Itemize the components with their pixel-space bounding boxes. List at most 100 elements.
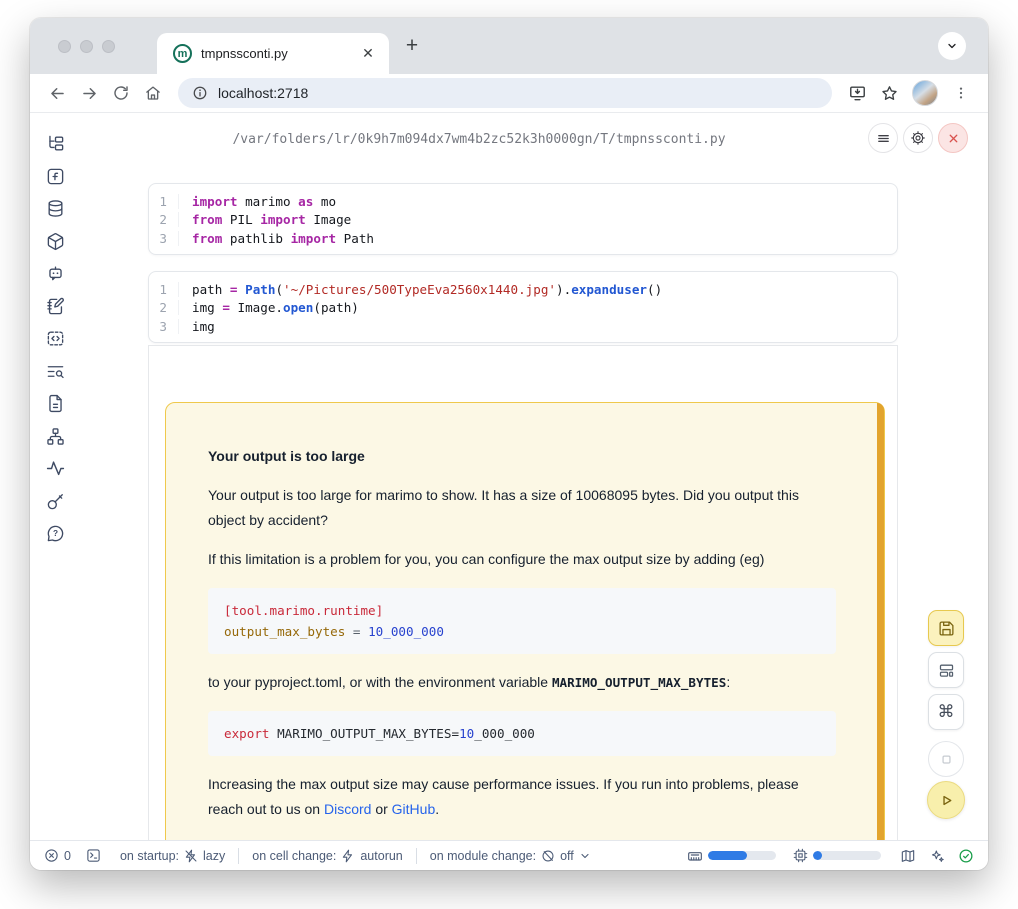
ai-assist-button[interactable] xyxy=(929,848,945,864)
package-box-icon xyxy=(46,232,65,251)
site-info-icon[interactable] xyxy=(192,85,208,101)
sidebar-item-variables[interactable] xyxy=(46,167,65,186)
line-number: 2 xyxy=(149,212,179,227)
forward-button[interactable] xyxy=(74,78,104,108)
chevron-down-icon xyxy=(946,40,958,52)
sidebar-item-snippets[interactable] xyxy=(46,329,65,348)
callout-paragraph-2: If this limitation is a problem for you,… xyxy=(208,547,836,572)
code-cell-1[interactable]: 1import marimo as mo 2from PIL import Im… xyxy=(148,183,898,255)
network-icon xyxy=(46,427,65,446)
code-text: from pathlib import Path xyxy=(179,231,374,246)
zap-icon xyxy=(341,849,355,863)
memory-usage-indicator[interactable] xyxy=(687,848,776,864)
sidebar-item-file-explorer[interactable] xyxy=(46,134,65,153)
browser-menu-button[interactable] xyxy=(946,78,976,108)
layout-toggle-button[interactable] xyxy=(928,652,964,688)
map-icon xyxy=(900,848,916,864)
chevron-down-icon xyxy=(579,850,591,862)
bookmark-button[interactable] xyxy=(874,78,904,108)
shutdown-button[interactable] xyxy=(938,123,968,153)
connection-status[interactable] xyxy=(958,848,974,864)
marimo-favicon-icon: m xyxy=(173,44,192,63)
sidebar-item-dependency-graph[interactable] xyxy=(46,427,65,446)
cpu-usage-indicator[interactable] xyxy=(793,848,881,863)
notebook-settings-button[interactable] xyxy=(903,123,933,153)
install-icon xyxy=(848,84,867,103)
on-cell-change-selector[interactable]: on cell change: autorun xyxy=(252,849,403,863)
memory-progress-bar xyxy=(708,851,776,860)
code-line: 2img = Image.open(path) xyxy=(149,299,897,318)
code-text: from PIL import Image xyxy=(179,212,351,227)
terminal-button[interactable] xyxy=(86,848,101,863)
export-code-block: export MARIMO_OUTPUT_MAX_BYTES=10_000_00… xyxy=(208,711,836,756)
save-button[interactable] xyxy=(928,610,964,646)
sidebar-item-datasources[interactable] xyxy=(46,199,65,218)
sidebar-item-packages[interactable] xyxy=(46,232,65,251)
minimize-window-button[interactable] xyxy=(80,40,93,53)
memory-icon xyxy=(687,848,703,864)
github-link[interactable]: GitHub xyxy=(392,801,436,817)
notebook-menu-button[interactable] xyxy=(868,123,898,153)
close-icon xyxy=(947,132,960,145)
file-tree-icon xyxy=(46,134,65,153)
reload-button[interactable] xyxy=(106,78,136,108)
save-floppy-icon xyxy=(938,620,955,637)
sidebar-item-scratchpad[interactable] xyxy=(46,297,65,316)
sidebar-item-ai-chat[interactable] xyxy=(46,264,65,283)
profile-avatar[interactable] xyxy=(912,80,938,106)
line-number: 2 xyxy=(149,300,179,315)
zoom-window-button[interactable] xyxy=(102,40,115,53)
on-startup-label: on startup: xyxy=(120,849,179,863)
help-bubble-icon: ? xyxy=(46,524,65,543)
run-button[interactable] xyxy=(927,781,965,819)
activity-icon xyxy=(46,459,65,478)
sidebar-item-logs[interactable] xyxy=(46,362,65,381)
file-text-icon xyxy=(46,394,65,413)
reload-off-icon xyxy=(541,849,555,863)
on-cell-change-label: on cell change: xyxy=(252,849,336,863)
bot-chat-icon xyxy=(46,264,65,283)
on-startup-selector[interactable]: on startup: lazy xyxy=(120,849,225,863)
tab-strip: m tmpnssconti.py ✕ + xyxy=(30,18,988,74)
browser-tab[interactable]: m tmpnssconti.py ✕ xyxy=(157,33,389,74)
code-cell-2[interactable]: 1path = Path('~/Pictures/500TypeEva2560x… xyxy=(148,271,898,343)
code-line: 3from pathlib import Path xyxy=(149,229,897,248)
install-app-button[interactable] xyxy=(842,78,872,108)
code-text: export MARIMO_OUTPUT_MAX_BYTES=10_000_00… xyxy=(224,723,820,744)
tab-title: tmpnssconti.py xyxy=(201,46,348,61)
on-module-change-selector[interactable]: on module change: off xyxy=(430,849,591,863)
notebook-file-path: /var/folders/lr/0k9h7m094dx7wm4b2zc52k3h… xyxy=(30,132,928,147)
line-number: 1 xyxy=(149,282,179,297)
code-line: 1import marimo as mo xyxy=(149,192,897,211)
line-number: 1 xyxy=(149,194,179,209)
tab-search-button[interactable] xyxy=(938,32,966,60)
sidebar-item-secrets[interactable] xyxy=(46,492,65,511)
code-text: [tool.marimo.runtime] xyxy=(224,600,820,621)
divider xyxy=(238,848,239,864)
sidebar-item-help[interactable]: ? xyxy=(46,524,65,543)
url-text[interactable]: localhost:2718 xyxy=(218,85,308,101)
tab-close-icon[interactable]: ✕ xyxy=(357,43,379,65)
helper-sidebar: ? xyxy=(46,134,65,543)
code-text: img xyxy=(179,319,215,334)
url-bar[interactable]: localhost:2718 xyxy=(178,78,832,108)
discord-link[interactable]: Discord xyxy=(324,801,371,817)
code-text: output_max_bytes = 10_000_000 xyxy=(224,621,820,642)
keyboard-shortcuts-button[interactable]: ⌘ xyxy=(928,694,964,730)
stop-button[interactable] xyxy=(928,741,964,777)
callout-paragraph-3: to your pyproject.toml, or with the envi… xyxy=(208,670,836,695)
on-cell-change-value: autorun xyxy=(360,849,402,863)
function-square-icon xyxy=(46,167,65,186)
browser-toolbar: localhost:2718 xyxy=(30,74,988,113)
sidebar-item-documentation[interactable] xyxy=(46,394,65,413)
back-button[interactable] xyxy=(42,78,72,108)
line-number: 3 xyxy=(149,319,179,334)
new-tab-button[interactable]: + xyxy=(397,31,427,61)
kebab-menu-icon xyxy=(953,85,969,101)
sidebar-item-tracing[interactable] xyxy=(46,459,65,478)
error-count-indicator[interactable]: 0 xyxy=(44,848,71,863)
close-window-button[interactable] xyxy=(58,40,71,53)
home-button[interactable] xyxy=(138,78,168,108)
minimap-button[interactable] xyxy=(900,848,916,864)
cpu-progress-bar xyxy=(813,851,881,860)
